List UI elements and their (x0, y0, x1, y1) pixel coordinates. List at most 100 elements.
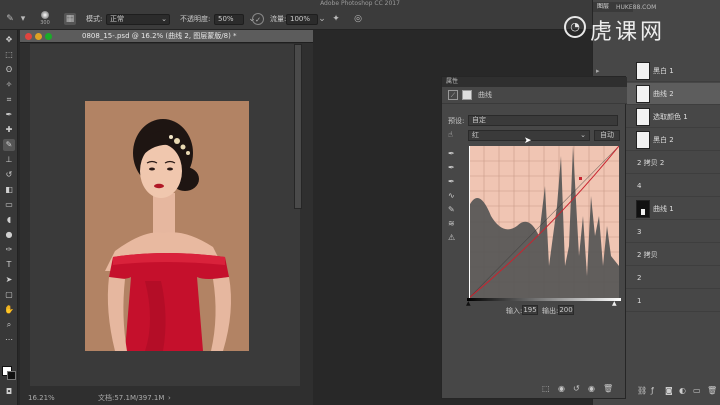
pressure-opacity-icon[interactable]: ✓ (252, 13, 264, 25)
layer-name: 曲线 2 (653, 90, 674, 98)
shape-icon[interactable]: ▢ (3, 289, 15, 301)
preset-row: 预设: 自定 (442, 115, 627, 127)
new-group-icon[interactable]: ▭ (693, 386, 701, 395)
type-icon[interactable]: T (3, 259, 15, 271)
layer-name: 黑白 2 (653, 136, 674, 144)
input-field[interactable]: 195 (522, 305, 538, 315)
adjustment-icon[interactable]: ◐ (679, 386, 686, 395)
layer-mask-thumbnail (636, 200, 650, 218)
dodge-icon[interactable]: ● (3, 229, 15, 241)
document-scrollbar[interactable] (294, 44, 302, 209)
smooth-icon[interactable]: ≋ (448, 219, 455, 228)
marquee-icon[interactable]: ⬚ (3, 49, 15, 61)
lasso-icon[interactable]: ʘ (3, 64, 15, 76)
mode-select[interactable]: 正常 ⌄ (106, 14, 170, 25)
properties-footer: ⬚ ◉ ↺ ◉ 🗑 (442, 378, 627, 399)
auto-button[interactable]: 自动 (594, 130, 620, 141)
canvas-area[interactable] (30, 44, 300, 386)
visibility-icon[interactable]: ◉ (588, 384, 595, 393)
target-adjust-icon[interactable]: ☝ (448, 130, 453, 139)
move-icon[interactable]: ✥ (3, 34, 15, 46)
layer-name: 2 (637, 274, 642, 282)
chevron-down-icon[interactable]: ⌄ (318, 13, 326, 25)
stamp-icon[interactable]: ⊥ (3, 154, 15, 166)
chevron-down-icon[interactable]: ▾ (18, 13, 28, 25)
curves-adjust-icon[interactable]: ⟋ (448, 90, 458, 100)
watermark-text: 虎课网 (590, 20, 666, 45)
more-tools-icon[interactable]: ⋯ (3, 334, 15, 346)
eraser-icon[interactable]: ◧ (3, 184, 15, 196)
watermark: ◔ 虎课网 HUKE88.COM (556, 0, 720, 60)
layer-mask-thumbnail (636, 85, 650, 103)
history-icon[interactable]: ↺ (3, 169, 15, 181)
chevron-right-icon[interactable]: › (168, 391, 171, 405)
brush-panel-icon[interactable]: ▦ (64, 13, 76, 25)
heal-icon[interactable]: ✚ (3, 124, 15, 136)
path-icon[interactable]: ➤ (3, 274, 15, 286)
mask-icon[interactable] (462, 90, 472, 100)
watermark-logo-icon: ◔ (564, 16, 586, 38)
blur-icon[interactable]: ◖ (3, 214, 15, 226)
black-eyedropper-icon[interactable]: ✒ (448, 149, 455, 158)
output-field[interactable]: 200 (558, 305, 574, 315)
document-title: 0808_15-.psd @ 16.2% (曲线 2, 图层蒙版/8) * (82, 32, 237, 40)
view-previous-icon[interactable]: ◉ (558, 384, 565, 393)
quick-mask-icon[interactable]: ◘ (3, 386, 15, 398)
airbrush-icon[interactable]: ✦ (330, 13, 342, 25)
add-mask-icon[interactable]: ◙ (665, 386, 673, 395)
eyedropper-icon[interactable]: ✒ (3, 109, 15, 121)
opacity-label: 不透明度: (180, 15, 211, 23)
brush-preset-icon[interactable]: ✎ (4, 13, 16, 25)
mouse-cursor-icon: ➤ (524, 136, 532, 146)
background-color-swatch[interactable] (7, 371, 16, 380)
clipping-icon[interactable]: ⚠ (448, 233, 455, 242)
white-eyedropper-icon[interactable]: ✒ (448, 177, 455, 186)
layer-name: 选取颜色 1 (653, 113, 688, 121)
flow-input[interactable]: 100% (286, 14, 318, 25)
reset-icon[interactable]: ↺ (573, 384, 580, 393)
curves-graph[interactable]: ▲ ▲ (466, 145, 621, 307)
watermark-sub: HUKE88.COM (616, 4, 657, 11)
output-label: 输出: (542, 307, 559, 315)
layer-mask-thumbnail (636, 108, 650, 126)
brush-size-picker[interactable]: 300 (36, 11, 54, 27)
curve-points-icon[interactable]: ∿ (448, 191, 455, 200)
wand-icon[interactable]: ✧ (3, 79, 15, 91)
clip-to-layer-icon[interactable]: ⬚ (542, 384, 550, 393)
fx-icon[interactable]: ƒ (651, 386, 654, 395)
link-layers-icon[interactable]: ⛓ (637, 386, 647, 395)
crop-icon[interactable]: ⌗ (3, 94, 15, 106)
gray-eyedropper-icon[interactable]: ✒ (448, 163, 455, 172)
opacity-input[interactable]: 50% (214, 14, 244, 25)
layer-name: 3 (637, 228, 642, 236)
pencil-draw-icon[interactable]: ✎ (448, 205, 455, 214)
document-tab[interactable]: 0808_15-.psd @ 16.2% (曲线 2, 图层蒙版/8) * (20, 30, 313, 43)
pressure-size-icon[interactable]: ◎ (352, 13, 364, 25)
portrait-photo[interactable] (85, 101, 249, 351)
close-window-icon[interactable] (25, 33, 32, 40)
mode-label: 模式: (86, 15, 103, 23)
brush-tool-icon[interactable]: ✎ (3, 139, 15, 151)
preset-select[interactable]: 自定 (468, 115, 618, 126)
gradient-icon[interactable]: ▭ (3, 199, 15, 211)
flow-label: 流量: (270, 15, 287, 23)
document-size: 文档:57.1M/397.1M (98, 394, 165, 402)
minimize-window-icon[interactable] (35, 33, 42, 40)
properties-subheader: ⟋ 曲线 (442, 87, 627, 104)
zoom-window-icon[interactable] (45, 33, 52, 40)
trash-icon[interactable]: 🗑 (603, 384, 613, 393)
output-value: 200 (559, 306, 573, 314)
flow-value: 100% (290, 15, 311, 23)
layer-name: 2 拷贝 (637, 251, 658, 259)
brush-size-value: 300 (40, 20, 50, 26)
document-window: 0808_15-.psd @ 16.2% (曲线 2, 图层蒙版/8) * 16… (20, 30, 313, 405)
zoom-icon[interactable]: ⌕ (3, 319, 15, 331)
preset-label: 预设: (448, 117, 465, 125)
trash-icon[interactable]: 🗑 (707, 386, 717, 395)
mode-value: 正常 (110, 15, 124, 23)
hand-icon[interactable]: ✋ (3, 304, 15, 316)
zoom-level[interactable]: 16.21% (28, 391, 55, 405)
pen-icon[interactable]: ✑ (3, 244, 15, 256)
input-label: 输入: (506, 307, 523, 315)
input-value: 195 (523, 306, 537, 314)
